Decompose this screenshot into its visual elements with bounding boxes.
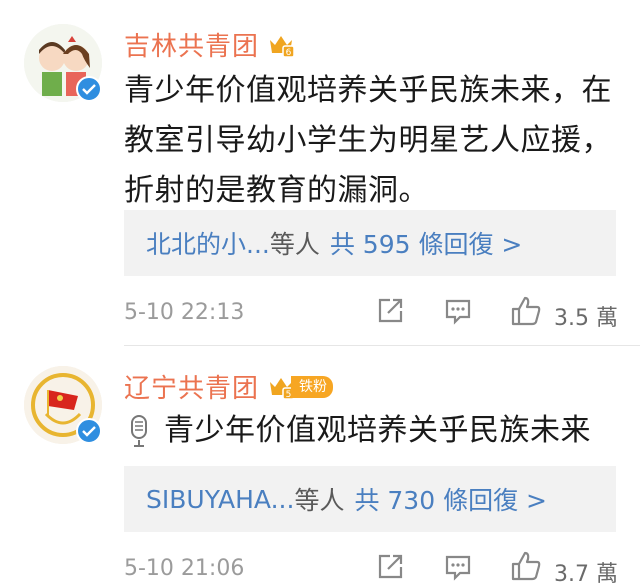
reply-names[interactable]: SIBUYAHA... [146,485,294,514]
replies-summary[interactable]: 北北的小... 等人 共 595 條回復 > [124,210,616,276]
like-icon[interactable] [510,295,542,327]
reply-count-link[interactable]: 共 595 條回復 > [330,225,523,261]
share-icon[interactable] [376,553,404,581]
reply-suffix: 等人 [269,230,320,259]
fan-badge: 铁粉 [291,375,334,398]
microphone-icon[interactable] [124,414,154,448]
username[interactable]: 吉林共青团 [124,26,259,63]
reply-count-link[interactable]: 共 730 條回復 > [354,481,547,517]
comment-text: 青少年价值观培养关乎民族未来 [164,413,591,448]
timestamp: 5-10 22:13 [124,300,245,325]
comment-text: 青少年价值观培养关乎民族未来，在教室引导幼小学生为明星艺人应援，折射的是教育的漏… [124,73,612,208]
like-count: 3.7 萬 [554,562,618,587]
timestamp: 5-10 21:06 [124,556,245,581]
username[interactable]: 辽宁共青团 [124,368,259,405]
like-count: 3.5 萬 [554,306,618,331]
svg-text:6: 6 [286,48,292,58]
reply-suffix: 等人 [294,486,345,515]
comment-icon[interactable] [444,553,472,581]
comment-text-row: 青少年价值观培养关乎民族未来 [124,406,624,456]
verified-icon [76,76,102,102]
replies-summary[interactable]: SIBUYAHA... 等人 共 730 條回復 > [124,466,616,532]
reply-names[interactable]: 北北的小... [146,225,270,261]
like-icon[interactable] [510,550,542,582]
verified-icon [76,418,102,444]
share-icon[interactable] [376,297,404,325]
comment-item: 辽宁共青团 5 铁粉 青少年价值观培养关乎民族未来 SIBUYAHA... 等人… [0,346,640,587]
comment-icon[interactable] [444,297,472,325]
crown-badge-icon: 6 [270,35,295,58]
comment-item: 吉林共青团 6 青少年价值观培养关乎民族未来，在教室引导幼小学生为明星艺人应援，… [0,0,640,346]
